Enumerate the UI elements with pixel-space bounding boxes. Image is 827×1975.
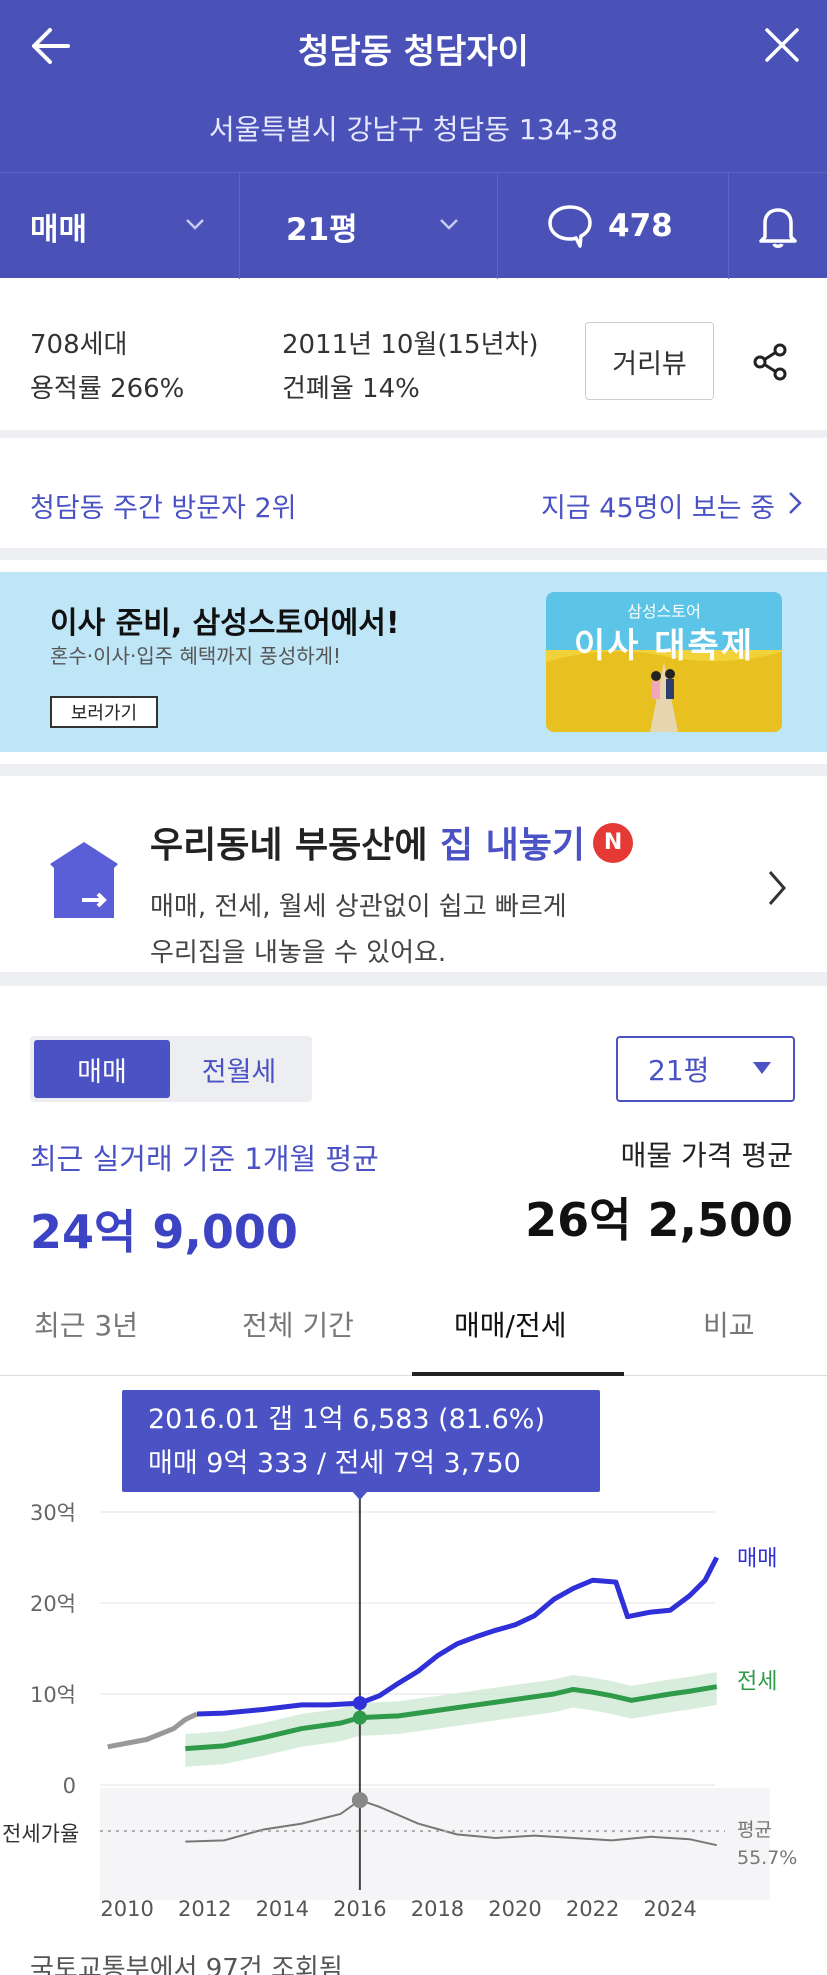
x-tick-label: 2024 [643,1897,696,1918]
share-icon[interactable] [750,342,790,382]
trade-type-select[interactable]: 매매 [0,173,240,279]
tooltip-line1: 2016.01 갭 1억 6,583 (81.6%) [148,1404,545,1435]
speech-bubble-icon [548,205,592,248]
x-tick-label: 2022 [566,1897,619,1918]
recent-avg-value: 24억 9,000 [30,1205,298,1259]
comments-button[interactable]: 478 [498,173,729,279]
active-tab-indicator [412,1372,624,1376]
ad-image-big-text: 이사 대축제 [573,626,755,666]
bell-icon [759,208,797,248]
x-tick-label: 2010 [100,1897,153,1918]
visitor-bar[interactable]: 청담동 주간 방문자 2위 지금 45명이 보는 중 [0,446,827,560]
floor-area-ratio: 용적률 266% [30,374,185,404]
toggle-sale[interactable]: 매매 [34,1040,170,1098]
new-badge: N [593,823,634,863]
close-icon[interactable] [761,24,803,66]
trade-type-label: 매매 [30,211,88,248]
page-title: 청담동 청담자이 [298,32,529,72]
x-tick-label: 2018 [411,1897,464,1918]
chevron-down-icon [440,219,458,230]
footer-note: 국토교통부에서 97건 조회됨 [30,1954,343,1975]
built-date: 2011년 10월(15년차) [282,330,539,360]
sale-highlight-point [352,1696,367,1711]
visitor-rank: 청담동 주간 방문자 2위 [30,493,297,524]
listing-avg-value: 26억 2,500 [525,1193,793,1247]
y-tick-label: 0 [63,1774,76,1798]
x-tick-label: 2012 [178,1897,231,1918]
sale-series-label: 매매 [737,1547,777,1572]
street-view-button[interactable]: 거리뷰 [585,322,714,400]
x-tick-label: 2020 [488,1897,541,1918]
y-tick-label: 20억 [30,1592,76,1616]
tab-sale-jeonse[interactable]: 매매/전세 [454,1304,566,1344]
x-tick-label: 2014 [256,1897,309,1918]
jeonse-series-label: 전세 [737,1670,777,1695]
house-arrow-icon [50,842,118,918]
header-toolbar: 매매 21평 478 [0,172,827,279]
ratio-avg-value: 55.7% [737,1847,797,1869]
toggle-rent[interactable]: 전월세 [170,1040,308,1098]
live-viewers: 지금 45명이 보는 중 [541,493,775,524]
households: 708세대 [30,330,128,360]
tab-compare[interactable]: 비교 [703,1304,755,1344]
chevron-right-icon [789,492,802,514]
trade-toggle: 매매 전월세 [30,1036,312,1102]
ratio-avg-label: 평균 [737,1819,772,1841]
ratio-label: 전세가율 [2,1822,79,1846]
pyeong-dropdown[interactable]: 21평 [616,1036,795,1102]
price-chart[interactable]: 30억 20억 10억 0 2010 2012 2014 2016 2018 2020 2022 20… [0,1378,827,1921]
caret-down-icon [753,1062,771,1074]
ad-subtext: 혼수·이사·입주 혜택까지 풍성하게! [50,644,342,668]
sale-line-old [107,1711,199,1750]
address: 서울특별시 강남구 청담동 134-38 [208,113,619,146]
sell-home-banner[interactable]: 우리동네 부동산에 집 내놓기 N 매매, 전세, 월세 상관없이 쉽고 빠르게 우… [0,764,827,986]
tab-recent-3y[interactable]: 최근 3년 [34,1304,138,1344]
building-coverage-ratio: 건폐율 14% [282,374,420,404]
tab-all-period[interactable]: 전체 기간 [242,1304,354,1344]
pyeong-select[interactable]: 21평 [240,173,498,279]
jeonse-range-band [185,1672,717,1767]
recent-avg-label: 최근 실거래 기준 1개월 평균 [30,1142,379,1176]
ad-view-button[interactable]: 보러가기 [50,696,158,728]
tooltip-pointer [351,1491,368,1500]
app-header: 청담동 청담자이 서울특별시 강남구 청담동 134-38 매매 21평 478 [0,0,827,279]
chevron-down-icon [186,219,204,230]
pyeong-dropdown-label: 21평 [648,1054,710,1087]
x-tick-label: 2016 [333,1897,386,1918]
ad-headline: 이사 준비, 삼성스토어에서! [50,606,400,641]
ad-image: 삼성스토어 이사 대축제 [546,592,782,732]
ratio-panel-bg [100,1788,770,1900]
period-tabs: 최근 3년 전체 기간 매매/전세 비교 [0,1290,827,1376]
chevron-right-icon [768,871,786,905]
jeonse-highlight-point [352,1710,367,1725]
y-tick-label: 10억 [30,1683,76,1707]
ad-banner[interactable]: 이사 준비, 삼성스토어에서! 혼수·이사·입주 혜택까지 풍성하게! 보러가기… [0,572,827,752]
tooltip-line2: 매매 9억 333 / 전세 7억 3,750 [148,1448,521,1479]
sell-banner-title: 우리동네 부동산에 집 내놓기 N [150,816,634,868]
listing-avg-label: 매물 가격 평균 [620,1139,793,1172]
pyeong-label: 21평 [286,211,358,248]
comment-count: 478 [608,208,673,244]
y-tick-label: 30억 [30,1501,76,1525]
ratio-highlight-point [351,1792,368,1809]
notification-button[interactable] [729,173,827,279]
sell-banner-desc: 매매, 전세, 월세 상관없이 쉽고 빠르게 우리집을 내놓을 수 있어요. [150,892,567,968]
chart-tooltip: 2016.01 갭 1억 6,583 (81.6%) 매매 9억 333 / 전… [122,1390,600,1492]
